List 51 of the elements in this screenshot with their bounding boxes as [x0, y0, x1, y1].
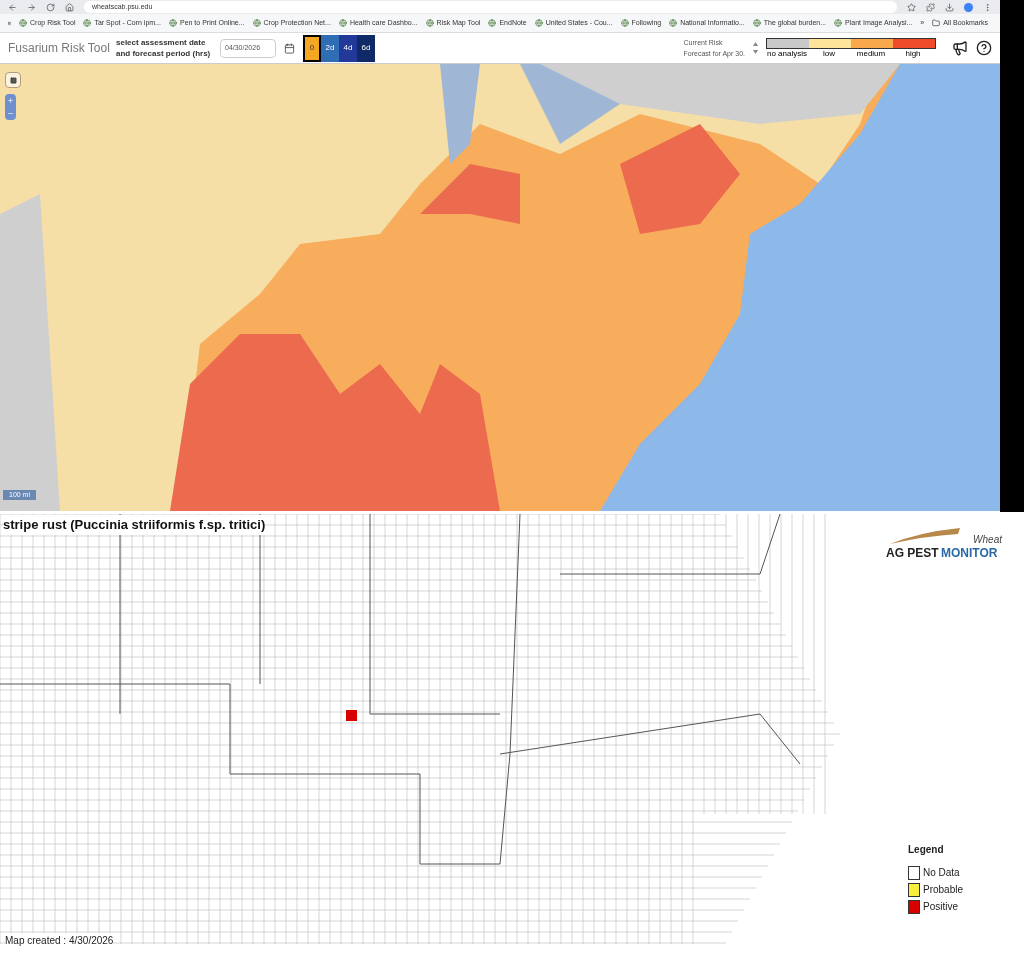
forecast-period-tab[interactable]: 2d [321, 34, 339, 62]
globe-icon [752, 19, 761, 27]
globe-icon [338, 19, 347, 27]
calendar-icon [284, 42, 295, 54]
logo-wordmark: AG PEST [886, 545, 939, 562]
globe-icon [488, 19, 497, 27]
megaphone-icon [952, 40, 968, 56]
puzzle-icon [926, 2, 935, 12]
legend-label: No Data [923, 866, 960, 880]
globe-icon [19, 19, 28, 27]
globe-icon [834, 19, 843, 27]
forecast-period-tab[interactable]: 6d [357, 34, 375, 62]
globe-icon [425, 19, 434, 27]
layers-button[interactable] [5, 72, 21, 88]
risk-legend-label: high [904, 48, 922, 59]
home-icon [65, 2, 74, 12]
globe-icon [252, 19, 261, 27]
forecast-period-tab[interactable]: 0 [303, 34, 321, 62]
back-icon [8, 2, 17, 12]
legend-label: Probable [923, 883, 964, 897]
risk-legend-label: no analysis [766, 48, 808, 59]
star-icon [907, 2, 916, 12]
download-icon [945, 2, 954, 12]
zoom-control[interactable] [5, 94, 16, 120]
tool-title: Fusarium Risk Tool [8, 40, 108, 57]
risk-legend-label: medium [855, 48, 887, 59]
globe-icon [534, 19, 543, 27]
map-created-date: Map created : 4/30/2026 [5, 933, 114, 948]
logo-wordmark: MONITOR [941, 545, 998, 562]
globe-icon [168, 19, 177, 27]
forward-icon [27, 2, 36, 12]
date-label: select assessment date and forecast period (hrs) [116, 37, 212, 59]
folder-icon [932, 19, 941, 27]
globe-icon [83, 19, 92, 27]
legend-title: Legend [908, 843, 945, 857]
globe-icon [669, 19, 678, 27]
spinner-icon[interactable] [753, 42, 758, 54]
risk-legend-label: low [822, 48, 836, 59]
forecast-period-tab[interactable]: 4d [339, 34, 357, 62]
help-icon [976, 40, 992, 56]
avatar-icon[interactable] [964, 2, 973, 12]
plus-icon [7, 97, 14, 104]
map-title: stripe rust (Puccinia striiformis f.sp. tritici) [3, 515, 266, 535]
globe-icon [620, 19, 629, 27]
layers-icon [9, 76, 17, 84]
logo-subtitle: Wheat [973, 533, 1002, 547]
menu-icon [983, 2, 992, 12]
reload-icon [46, 2, 55, 12]
wheat-icon [890, 526, 960, 544]
minus-icon [7, 110, 14, 117]
legend-label: Positive [923, 900, 958, 914]
